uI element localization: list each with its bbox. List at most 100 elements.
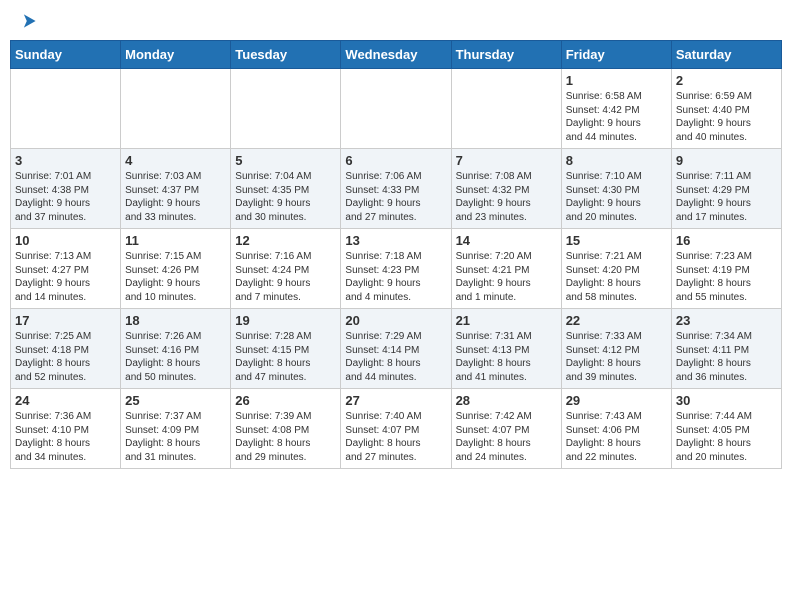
- calendar-week-row: 10 Sunrise: 7:13 AMSunset: 4:27 PMDayligh…: [11, 229, 782, 309]
- day-info: Sunrise: 7:04 AMSunset: 4:35 PMDaylight:…: [235, 170, 336, 224]
- day-number: 10: [15, 233, 116, 248]
- column-header-friday: Friday: [561, 41, 671, 69]
- day-number: 2: [676, 73, 777, 88]
- calendar-day-8: 8 Sunrise: 7:10 AMSunset: 4:30 PMDaylight…: [561, 149, 671, 229]
- day-number: 4: [125, 153, 226, 168]
- day-info: Sunrise: 7:44 AMSunset: 4:05 PMDaylight:…: [676, 410, 777, 464]
- calendar-day-29: 29 Sunrise: 7:43 AMSunset: 4:06 PMDayligh…: [561, 389, 671, 469]
- day-number: 1: [566, 73, 667, 88]
- day-number: 29: [566, 393, 667, 408]
- calendar-empty-cell: [341, 69, 451, 149]
- day-number: 16: [676, 233, 777, 248]
- day-info: Sunrise: 7:20 AMSunset: 4:21 PMDaylight:…: [456, 250, 557, 304]
- logo-arrow-icon: [18, 10, 40, 32]
- day-number: 27: [345, 393, 446, 408]
- day-info: Sunrise: 7:01 AMSunset: 4:38 PMDaylight:…: [15, 170, 116, 224]
- day-info: Sunrise: 7:34 AMSunset: 4:11 PMDaylight:…: [676, 330, 777, 384]
- calendar-day-12: 12 Sunrise: 7:16 AMSunset: 4:24 PMDayligh…: [231, 229, 341, 309]
- day-info: Sunrise: 7:40 AMSunset: 4:07 PMDaylight:…: [345, 410, 446, 464]
- day-info: Sunrise: 7:18 AMSunset: 4:23 PMDaylight:…: [345, 250, 446, 304]
- day-number: 25: [125, 393, 226, 408]
- day-number: 6: [345, 153, 446, 168]
- calendar-week-row: 1 Sunrise: 6:58 AMSunset: 4:42 PMDaylight…: [11, 69, 782, 149]
- calendar-day-6: 6 Sunrise: 7:06 AMSunset: 4:33 PMDaylight…: [341, 149, 451, 229]
- column-header-sunday: Sunday: [11, 41, 121, 69]
- calendar-day-18: 18 Sunrise: 7:26 AMSunset: 4:16 PMDayligh…: [121, 309, 231, 389]
- day-info: Sunrise: 7:13 AMSunset: 4:27 PMDaylight:…: [15, 250, 116, 304]
- day-info: Sunrise: 7:16 AMSunset: 4:24 PMDaylight:…: [235, 250, 336, 304]
- calendar-day-24: 24 Sunrise: 7:36 AMSunset: 4:10 PMDayligh…: [11, 389, 121, 469]
- calendar-day-5: 5 Sunrise: 7:04 AMSunset: 4:35 PMDaylight…: [231, 149, 341, 229]
- calendar-day-7: 7 Sunrise: 7:08 AMSunset: 4:32 PMDaylight…: [451, 149, 561, 229]
- column-header-monday: Monday: [121, 41, 231, 69]
- calendar-day-22: 22 Sunrise: 7:33 AMSunset: 4:12 PMDayligh…: [561, 309, 671, 389]
- day-number: 14: [456, 233, 557, 248]
- calendar-day-1: 1 Sunrise: 6:58 AMSunset: 4:42 PMDaylight…: [561, 69, 671, 149]
- day-number: 18: [125, 313, 226, 328]
- day-info: Sunrise: 7:11 AMSunset: 4:29 PMDaylight:…: [676, 170, 777, 224]
- day-number: 21: [456, 313, 557, 328]
- day-number: 13: [345, 233, 446, 248]
- day-number: 5: [235, 153, 336, 168]
- day-info: Sunrise: 7:26 AMSunset: 4:16 PMDaylight:…: [125, 330, 226, 384]
- day-number: 28: [456, 393, 557, 408]
- calendar-day-4: 4Sunrise: 7:03 AMSunset: 4:37 PMDaylight…: [121, 149, 231, 229]
- calendar-day-14: 14 Sunrise: 7:20 AMSunset: 4:21 PMDayligh…: [451, 229, 561, 309]
- day-info: Sunrise: 7:15 AMSunset: 4:26 PMDaylight:…: [125, 250, 226, 304]
- day-number: 26: [235, 393, 336, 408]
- column-header-tuesday: Tuesday: [231, 41, 341, 69]
- day-info: Sunrise: 7:21 AMSunset: 4:20 PMDaylight:…: [566, 250, 667, 304]
- calendar-day-13: 13 Sunrise: 7:18 AMSunset: 4:23 PMDayligh…: [341, 229, 451, 309]
- day-number: 8: [566, 153, 667, 168]
- day-info: Sunrise: 7:10 AMSunset: 4:30 PMDaylight:…: [566, 170, 667, 224]
- calendar-day-19: 19 Sunrise: 7:28 AMSunset: 4:15 PMDayligh…: [231, 309, 341, 389]
- calendar-week-row: 3 Sunrise: 7:01 AMSunset: 4:38 PMDaylight…: [11, 149, 782, 229]
- day-info: Sunrise: 7:33 AMSunset: 4:12 PMDaylight:…: [566, 330, 667, 384]
- day-number: 11: [125, 233, 226, 248]
- day-info: Sunrise: 7:23 AMSunset: 4:19 PMDaylight:…: [676, 250, 777, 304]
- day-number: 3: [15, 153, 116, 168]
- day-number: 22: [566, 313, 667, 328]
- day-info: Sunrise: 7:28 AMSunset: 4:15 PMDaylight:…: [235, 330, 336, 384]
- day-number: 30: [676, 393, 777, 408]
- calendar-week-row: 17 Sunrise: 7:25 AMSunset: 4:18 PMDayligh…: [11, 309, 782, 389]
- day-number: 7: [456, 153, 557, 168]
- calendar-table: SundayMondayTuesdayWednesdayThursdayFrid…: [10, 40, 782, 469]
- column-header-saturday: Saturday: [671, 41, 781, 69]
- day-number: 20: [345, 313, 446, 328]
- calendar-day-16: 16 Sunrise: 7:23 AMSunset: 4:19 PMDayligh…: [671, 229, 781, 309]
- day-info: Sunrise: 7:43 AMSunset: 4:06 PMDaylight:…: [566, 410, 667, 464]
- calendar-day-21: 21 Sunrise: 7:31 AMSunset: 4:13 PMDayligh…: [451, 309, 561, 389]
- day-info: Sunrise: 7:31 AMSunset: 4:13 PMDaylight:…: [456, 330, 557, 384]
- calendar-day-15: 15Sunrise: 7:21 AMSunset: 4:20 PMDayligh…: [561, 229, 671, 309]
- day-info: Sunrise: 7:36 AMSunset: 4:10 PMDaylight:…: [15, 410, 116, 464]
- calendar-day-26: 26 Sunrise: 7:39 AMSunset: 4:08 PMDayligh…: [231, 389, 341, 469]
- calendar-empty-cell: [231, 69, 341, 149]
- calendar-week-row: 24 Sunrise: 7:36 AMSunset: 4:10 PMDayligh…: [11, 389, 782, 469]
- day-number: 17: [15, 313, 116, 328]
- day-number: 24: [15, 393, 116, 408]
- day-info: Sunrise: 7:08 AMSunset: 4:32 PMDaylight:…: [456, 170, 557, 224]
- day-info: Sunrise: 7:25 AMSunset: 4:18 PMDaylight:…: [15, 330, 116, 384]
- day-info: Sunrise: 7:39 AMSunset: 4:08 PMDaylight:…: [235, 410, 336, 464]
- calendar-day-10: 10 Sunrise: 7:13 AMSunset: 4:27 PMDayligh…: [11, 229, 121, 309]
- calendar-day-20: 20Sunrise: 7:29 AMSunset: 4:14 PMDayligh…: [341, 309, 451, 389]
- calendar-empty-cell: [121, 69, 231, 149]
- column-header-thursday: Thursday: [451, 41, 561, 69]
- calendar-day-30: 30 Sunrise: 7:44 AMSunset: 4:05 PMDayligh…: [671, 389, 781, 469]
- day-info: Sunrise: 6:59 AMSunset: 4:40 PMDaylight:…: [676, 90, 777, 144]
- calendar-day-25: 25Sunrise: 7:37 AMSunset: 4:09 PMDayligh…: [121, 389, 231, 469]
- day-number: 9: [676, 153, 777, 168]
- calendar-day-9: 9 Sunrise: 7:11 AMSunset: 4:29 PMDaylight…: [671, 149, 781, 229]
- calendar-day-2: 2 Sunrise: 6:59 AMSunset: 4:40 PMDaylight…: [671, 69, 781, 149]
- column-header-wednesday: Wednesday: [341, 41, 451, 69]
- calendar-empty-cell: [451, 69, 561, 149]
- calendar-day-17: 17 Sunrise: 7:25 AMSunset: 4:18 PMDayligh…: [11, 309, 121, 389]
- logo: [14, 10, 40, 32]
- day-number: 19: [235, 313, 336, 328]
- day-number: 12: [235, 233, 336, 248]
- calendar-header-row: SundayMondayTuesdayWednesdayThursdayFrid…: [11, 41, 782, 69]
- day-info: Sunrise: 6:58 AMSunset: 4:42 PMDaylight:…: [566, 90, 667, 144]
- day-info: Sunrise: 7:06 AMSunset: 4:33 PMDaylight:…: [345, 170, 446, 224]
- calendar-day-11: 11 Sunrise: 7:15 AMSunset: 4:26 PMDayligh…: [121, 229, 231, 309]
